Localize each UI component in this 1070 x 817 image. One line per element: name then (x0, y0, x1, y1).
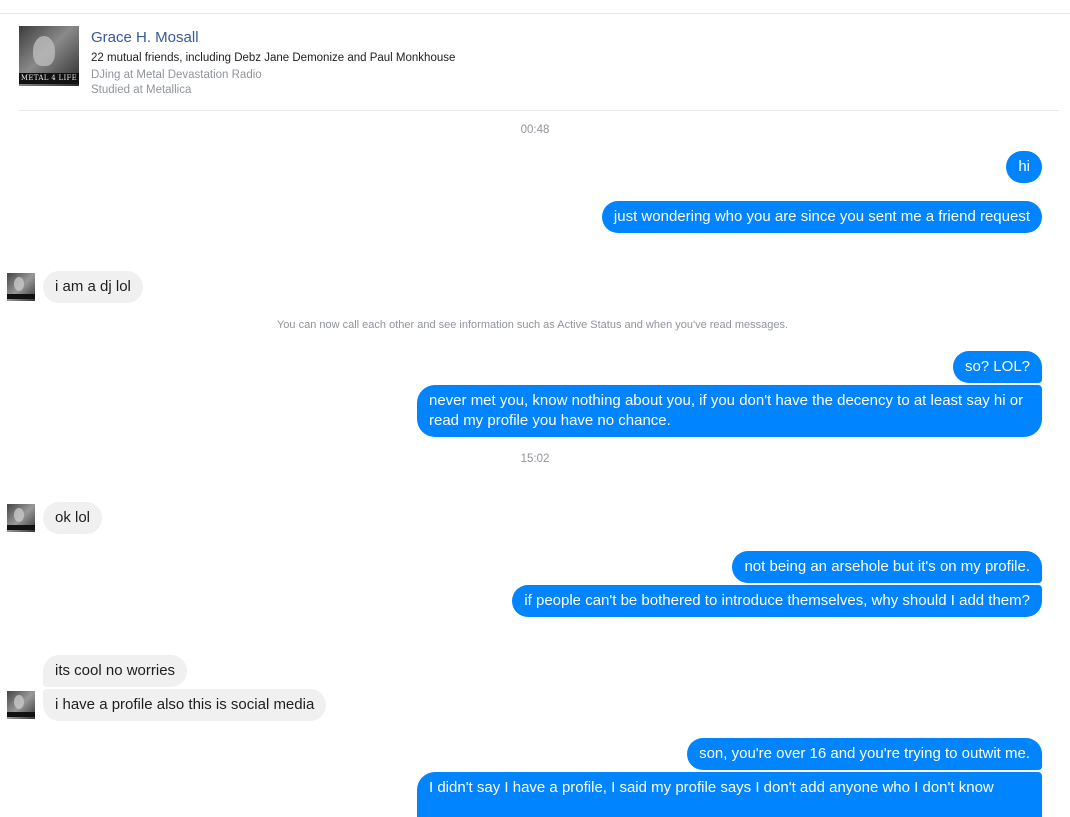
message-outgoing[interactable]: so? LOL? (952, 351, 1042, 383)
avatar-strip (7, 294, 35, 299)
message-outgoing[interactable]: never met you, know nothing about you, i… (417, 385, 1042, 437)
message-incoming[interactable]: i am a dj lol (43, 271, 143, 303)
avatar-figure (14, 695, 24, 709)
avatar-figure (14, 277, 24, 291)
message-outgoing[interactable]: I didn't say I have a profile, I said my… (417, 772, 1042, 817)
contact-avatar[interactable] (7, 504, 35, 532)
profile-education-text: Studied at Metallica (91, 84, 192, 96)
avatar-strip (7, 525, 35, 530)
timestamp: 00:48 (520, 124, 550, 136)
message-outgoing[interactable]: hi (1006, 151, 1042, 183)
message-incoming[interactable]: i have a profile also this is social med… (43, 689, 327, 721)
avatar-figure (33, 36, 55, 66)
message-incoming[interactable]: its cool no worries (43, 655, 188, 687)
profile-name-link[interactable]: Grace H. Mosall (91, 29, 199, 46)
message-outgoing[interactable]: not being an arsehole but it's on my pro… (732, 551, 1042, 583)
contact-avatar[interactable] (7, 273, 35, 301)
profile-header: METAL 4 LIFE Grace H. Mosall 22 mutual f… (19, 26, 1059, 111)
avatar-figure (14, 508, 24, 522)
message-outgoing[interactable]: if people can't be bothered to introduce… (512, 585, 1042, 617)
avatar-strip (7, 712, 35, 717)
mutual-friends-text: 22 mutual friends, including Debz Jane D… (91, 52, 456, 64)
top-divider (0, 13, 1070, 14)
profile-avatar[interactable]: METAL 4 LIFE (19, 26, 79, 86)
timestamp: 15:02 (520, 453, 550, 465)
profile-work-text: DJing at Metal Devastation Radio (91, 69, 262, 81)
message-outgoing[interactable]: just wondering who you are since you sen… (601, 201, 1042, 233)
message-outgoing[interactable]: son, you're over 16 and you're trying to… (687, 738, 1042, 770)
message-incoming[interactable]: ok lol (43, 502, 103, 534)
status-notice: You can now call each other and see info… (276, 319, 789, 331)
contact-avatar[interactable] (7, 691, 35, 719)
avatar-logo-text: METAL 4 LIFE (19, 73, 79, 84)
